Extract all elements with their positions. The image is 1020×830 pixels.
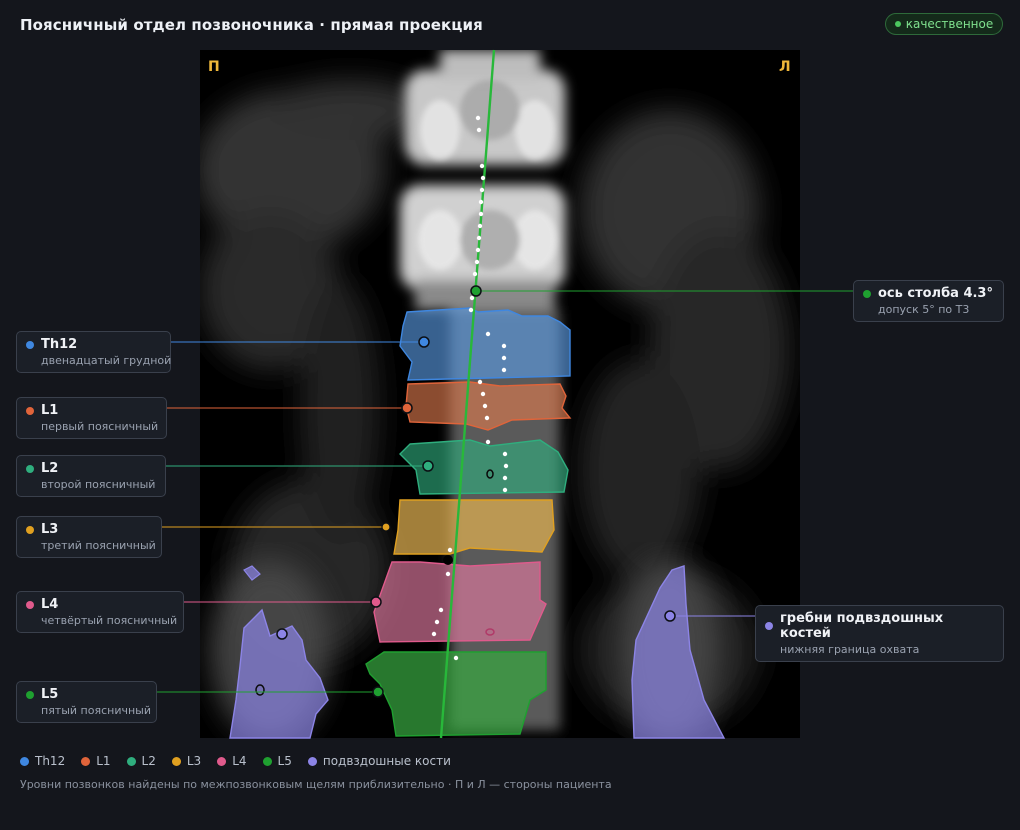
l2-label: L2 [41,461,59,476]
l1-label: L1 [41,403,59,418]
l4-color-dot-icon [26,600,34,609]
legend-item-iliac: подвздошные кости [307,754,451,768]
xray-image[interactable] [200,50,800,738]
l4-description: четвёртый поясничный [41,614,178,627]
label-card-l5[interactable]: L5 пятый поясничный [16,681,157,723]
l1-description: первый поясничный [41,420,159,433]
legend-dot-icon [262,756,272,766]
l3-label: L3 [41,522,59,537]
legend: Th12 L1 L2 L3 L4 L5 подвздошные кости [20,754,451,768]
th12-color-dot-icon [26,340,34,349]
quality-badge-label: качественное [905,17,994,31]
axis-color-dot-icon [863,289,871,298]
legend-dot-icon [126,756,136,766]
label-card-l2[interactable]: L2 второй поясничный [16,455,166,497]
label-card-th12[interactable]: Th12 двенадцатый грудной [16,331,171,373]
l5-description: пятый поясничный [41,704,151,717]
l3-color-dot-icon [26,525,34,534]
legend-label: Th12 [35,754,66,768]
side-marker-left: Л [779,59,791,75]
legend-dot-icon [20,756,29,766]
legend-item-l2: L2 [126,754,156,768]
legend-label: L4 [232,754,247,768]
legend-dot-icon [171,756,181,766]
iliac-description: нижняя граница охвата [780,643,920,656]
l2-color-dot-icon [26,464,34,473]
status-dot-icon [894,21,901,27]
legend-label: L3 [186,754,202,768]
page-title: Поясничный отдел позвоночника · прямая п… [20,16,483,34]
legend-dot-icon [217,756,227,766]
l3-description: третий поясничный [41,539,156,552]
legend-item-l3: L3 [171,754,202,768]
legend-item-th12: Th12 [20,754,65,768]
th12-description: двенадцатый грудной [41,354,172,367]
label-card-l1[interactable]: L1 первый поясничный [16,397,167,439]
legend-item-l5: L5 [262,754,292,768]
legend-item-l4: L4 [217,754,247,768]
l1-color-dot-icon [26,406,34,415]
legend-item-l1: L1 [81,754,111,768]
l2-description: второй поясничный [41,478,156,491]
label-card-iliac[interactable]: гребни подвздошных костей нижняя граница… [755,605,1004,662]
label-card-axis[interactable]: ось столба 4.3° допуск 5° по Т3 [853,280,1004,322]
legend-label: L5 [277,754,292,768]
label-card-l4[interactable]: L4 четвёртый поясничный [16,591,184,633]
l5-label: L5 [41,687,59,702]
iliac-color-dot-icon [765,622,773,630]
l5-color-dot-icon [26,690,34,699]
legend-label: L2 [141,754,156,768]
label-card-l3[interactable]: L3 третий поясничный [16,516,162,558]
legend-label: подвздошные кости [322,754,451,768]
axis-description: допуск 5° по Т3 [878,303,970,316]
axis-label: ось столба 4.3° [878,286,993,301]
side-marker-right: П [208,59,220,75]
l4-label: L4 [41,597,59,612]
legend-label: L1 [96,754,111,768]
th12-label: Th12 [41,337,78,352]
legend-dot-icon [307,756,317,766]
legend-dot-icon [81,756,91,766]
footnote: Уровни позвонков найдены по межпозвонков… [20,778,612,791]
iliac-label: гребни подвздошных костей [780,611,944,641]
quality-badge: качественное [885,13,1003,35]
xray-picture [200,50,800,738]
